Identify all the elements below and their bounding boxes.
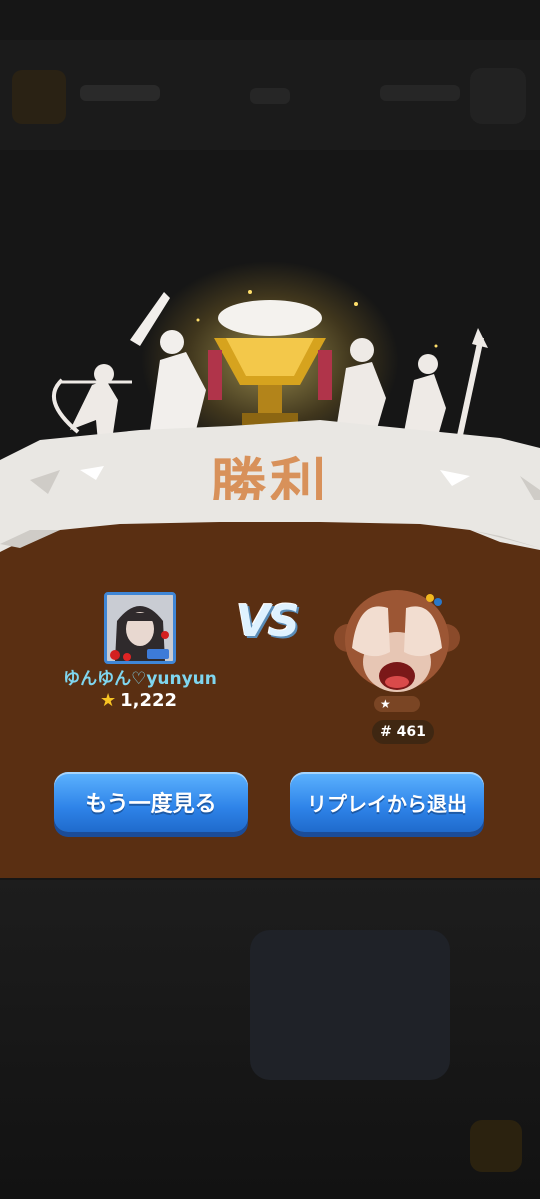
bottom-right-icon-dimmed xyxy=(470,1120,522,1172)
top-left-badge-icon xyxy=(12,70,66,124)
exit-replay-button[interactable]: リプレイから退出 xyxy=(290,772,484,832)
versus-label: VS xyxy=(236,596,300,647)
opponent-rank-badge: # 461 xyxy=(372,720,434,744)
player-photo xyxy=(107,595,173,661)
banner-edge xyxy=(0,500,540,552)
watch-again-button[interactable]: もう一度見る xyxy=(54,772,248,832)
player-score: ★ 1,222 xyxy=(100,690,190,711)
top-right-button-dimmed xyxy=(470,68,526,124)
top-right-dimmed xyxy=(380,85,460,101)
player-score-value: 1,222 xyxy=(120,690,178,711)
player-name: ゆんゆん♡yunyun xyxy=(63,669,217,689)
star-icon: ★ xyxy=(100,690,117,711)
top-center-dimmed xyxy=(250,88,290,104)
player-avatar xyxy=(104,592,176,664)
opponent-monkey-avatar: ★ xyxy=(334,590,460,712)
top-player-name-dimmed xyxy=(80,85,160,101)
svg-text:★: ★ xyxy=(380,697,391,711)
bottom-panel-dimmed xyxy=(250,930,450,1080)
